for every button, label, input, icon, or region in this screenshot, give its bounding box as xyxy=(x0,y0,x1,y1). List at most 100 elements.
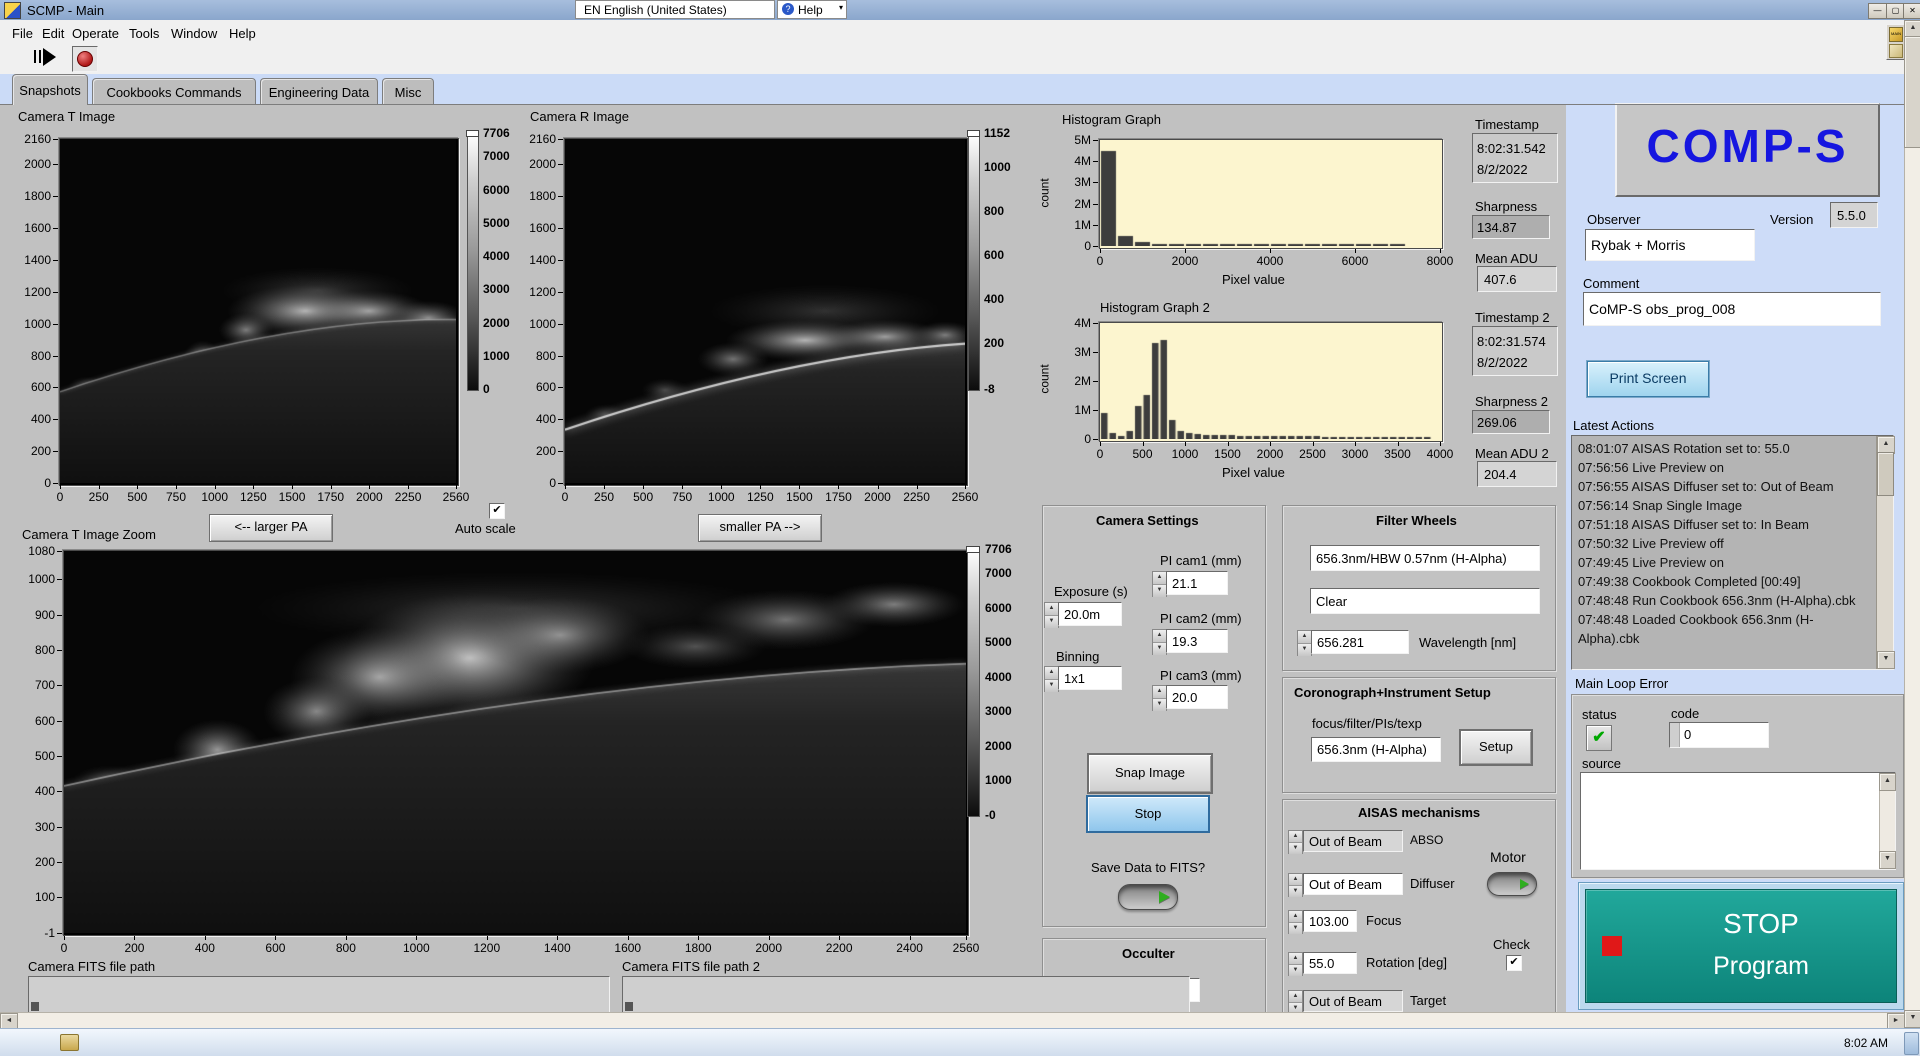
rotation-spinner[interactable]: ▲▼ xyxy=(1288,952,1303,976)
list-item[interactable]: 07:49:38 Cookbook Completed [00:49] xyxy=(1578,572,1856,591)
menu-edit[interactable]: Edit xyxy=(38,24,68,43)
menu-tools[interactable]: Tools xyxy=(125,24,163,43)
save-fits-toggle[interactable] xyxy=(1118,884,1178,910)
setup-button[interactable]: Setup xyxy=(1459,729,1533,766)
larger-pa-button[interactable]: <-- larger PA xyxy=(209,514,333,542)
scroll-down-icon[interactable]: ▼ xyxy=(1877,651,1895,669)
code-spinner-strip[interactable] xyxy=(1670,723,1680,747)
stop-program-button[interactable]: STOP Program xyxy=(1578,882,1904,1010)
list-item[interactable]: 07:48:48 Loaded Cookbook 656.3nm (H-Alph… xyxy=(1578,610,1856,648)
list-item[interactable]: 07:50:32 Live Preview off xyxy=(1578,534,1856,553)
abso-spinner[interactable]: ▲▼ xyxy=(1288,830,1303,854)
pi-cam3-field[interactable]: 20.0 xyxy=(1166,685,1228,709)
menu-file[interactable]: File xyxy=(8,24,37,43)
horizontal-scrollbar[interactable]: ◄ ► xyxy=(0,1012,1904,1029)
exposure-spinner[interactable]: ▲▼ xyxy=(1044,602,1059,628)
pi-cam1-field[interactable]: 21.1 xyxy=(1166,571,1228,595)
scroll-down-icon[interactable]: ▼ xyxy=(1879,851,1896,869)
code-field[interactable]: 0 xyxy=(1669,722,1769,748)
tab-misc[interactable]: Misc xyxy=(382,78,434,104)
wavelength-spinner[interactable]: ▲▼ xyxy=(1297,630,1312,656)
path-browse-icon[interactable] xyxy=(31,1002,39,1011)
fits-path1-field[interactable] xyxy=(28,976,610,1013)
timestamp-value: 8:02:31.5428/2/2022 xyxy=(1472,133,1558,183)
motor-toggle[interactable] xyxy=(1487,872,1537,896)
binning-field[interactable]: 1x1 xyxy=(1058,666,1122,690)
source-textarea[interactable]: ▲ ▼ xyxy=(1580,772,1896,870)
run-button[interactable] xyxy=(34,48,60,68)
target-spinner[interactable]: ▲▼ xyxy=(1288,990,1303,1014)
fits-path2-field[interactable] xyxy=(622,976,1190,1013)
snap-image-button[interactable]: Snap Image xyxy=(1087,753,1213,794)
help-toolbar[interactable]: ? Help ▾ xyxy=(777,0,847,19)
taskbar-clock[interactable]: 8:02 AM xyxy=(1844,1036,1888,1050)
scroll-thumb[interactable] xyxy=(1877,452,1894,496)
histogram1-plot[interactable] xyxy=(1099,139,1443,249)
menu-operate[interactable]: Operate xyxy=(68,24,123,43)
scroll-thumb[interactable] xyxy=(1904,36,1920,148)
latest-actions-list[interactable]: 08:01:07 AISAS Rotation set to: 55.0 07:… xyxy=(1571,435,1894,670)
filter-wheel1-field[interactable]: 656.3nm/HBW 0.57nm (H-Alpha) xyxy=(1310,545,1540,571)
abort-button[interactable] xyxy=(72,46,98,72)
target-field[interactable]: Out of Beam xyxy=(1303,990,1403,1012)
binning-spinner[interactable]: ▲▼ xyxy=(1044,666,1059,692)
preset-field[interactable]: 656.3nm (H-Alpha) xyxy=(1311,737,1441,762)
observer-input[interactable]: Rybak + Morris xyxy=(1585,229,1755,261)
auto-scale-checkbox[interactable]: ✔ xyxy=(489,503,505,519)
axis-tick: 5M xyxy=(1074,133,1091,147)
camera-r-colorbar[interactable] xyxy=(968,133,980,391)
filter-wheel2-field[interactable]: Clear xyxy=(1310,588,1540,614)
camera-t-plot[interactable] xyxy=(59,138,459,486)
pi-cam2-spinner[interactable]: ▲▼ xyxy=(1152,629,1167,655)
status-led[interactable]: ✔ xyxy=(1586,725,1612,751)
exposure-field[interactable]: 20.0m xyxy=(1058,602,1122,626)
tab-cookbooks-commands[interactable]: Cookbooks Commands xyxy=(92,78,256,104)
tab-snapshots[interactable]: Snapshots xyxy=(12,74,88,105)
language-bar[interactable]: EN English (United States) xyxy=(575,0,775,19)
scroll-up-icon[interactable]: ▲ xyxy=(1879,773,1896,791)
vertical-scrollbar[interactable]: ▲ ▼ xyxy=(1904,20,1920,1028)
rotation-field[interactable]: 55.0 xyxy=(1303,952,1357,974)
list-item[interactable]: 07:56:56 Live Preview on xyxy=(1578,458,1856,477)
diffuser-field[interactable]: Out of Beam xyxy=(1303,873,1403,895)
list-item[interactable]: 07:56:14 Snap Single Image xyxy=(1578,496,1856,515)
camera-r-plot[interactable] xyxy=(564,138,968,486)
minimize-button[interactable]: — xyxy=(1868,3,1887,19)
smaller-pa-button[interactable]: smaller PA --> xyxy=(698,514,822,542)
list-item[interactable]: 07:56:55 AISAS Diffuser set to: Out of B… xyxy=(1578,477,1856,496)
vi-icon[interactable]: MAIN xyxy=(1886,24,1906,60)
focus-field[interactable]: 103.00 xyxy=(1303,910,1357,932)
histogram2-plot[interactable] xyxy=(1099,322,1443,442)
comment-input[interactable]: CoMP-S obs_prog_008 xyxy=(1583,292,1881,326)
aisas-title: AISAS mechanisms xyxy=(1358,805,1480,820)
print-screen-button[interactable]: Print Screen xyxy=(1587,361,1709,397)
check-checkbox[interactable]: ✔ xyxy=(1506,955,1522,971)
mean-adu-label: Mean ADU xyxy=(1475,251,1538,266)
close-button[interactable]: ✕ xyxy=(1903,3,1920,19)
menu-window[interactable]: Window xyxy=(167,24,221,43)
scroll-down-icon[interactable]: ▼ xyxy=(1904,1010,1920,1028)
list-item[interactable]: 07:51:18 AISAS Diffuser set to: In Beam xyxy=(1578,515,1856,534)
pi-cam3-spinner[interactable]: ▲▼ xyxy=(1152,685,1167,711)
source-scrollbar[interactable]: ▲ ▼ xyxy=(1879,773,1895,869)
camera-zoom-colorbar[interactable] xyxy=(967,549,980,817)
list-item[interactable]: 07:48:48 Run Cookbook 656.3nm (H-Alpha).… xyxy=(1578,591,1856,610)
stop-button[interactable]: Stop xyxy=(1086,795,1210,833)
focus-spinner[interactable]: ▲▼ xyxy=(1288,910,1303,934)
list-item[interactable]: 08:01:07 AISAS Rotation set to: 55.0 xyxy=(1578,439,1856,458)
quick-launch-folder-icon[interactable] xyxy=(60,1034,79,1051)
tab-engineering-data[interactable]: Engineering Data xyxy=(260,78,378,104)
list-scrollbar[interactable]: ▲ ▼ xyxy=(1876,436,1893,669)
chevron-down-icon[interactable]: ▾ xyxy=(839,3,843,12)
diffuser-spinner[interactable]: ▲▼ xyxy=(1288,873,1303,897)
pi-cam1-spinner[interactable]: ▲▼ xyxy=(1152,571,1167,597)
list-item[interactable]: 07:49:45 Live Preview on xyxy=(1578,553,1856,572)
pi-cam2-field[interactable]: 19.3 xyxy=(1166,629,1228,653)
path-browse-icon[interactable] xyxy=(625,1002,633,1011)
camera-t-colorbar[interactable] xyxy=(467,133,479,391)
wavelength-field[interactable]: 656.281 xyxy=(1311,630,1409,654)
abso-field[interactable]: Out of Beam xyxy=(1303,830,1403,852)
show-desktop-button[interactable] xyxy=(1904,1032,1919,1055)
menu-help[interactable]: Help xyxy=(225,24,260,43)
camera-zoom-plot[interactable] xyxy=(63,550,969,936)
